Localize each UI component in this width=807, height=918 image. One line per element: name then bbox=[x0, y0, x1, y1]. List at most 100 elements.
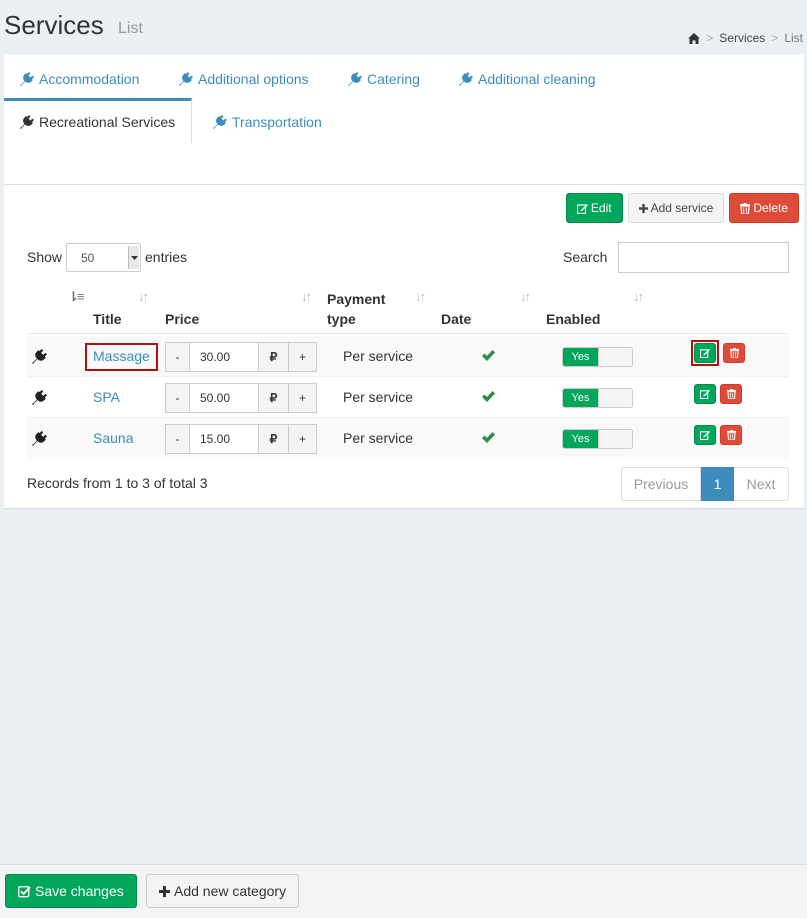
delete-row-button[interactable] bbox=[723, 343, 745, 363]
tab-accommodation[interactable]: Accommodation bbox=[4, 57, 155, 100]
edit-row-button[interactable] bbox=[694, 343, 716, 363]
tab-label: Additional cleaning bbox=[478, 70, 596, 87]
plus-icon bbox=[159, 885, 170, 897]
tab-label: Recreational Services bbox=[39, 114, 176, 130]
plug-icon bbox=[459, 71, 473, 86]
pagination: Previous 1 Next bbox=[621, 467, 789, 501]
trash-icon bbox=[740, 202, 751, 214]
payment-type: Per service bbox=[343, 389, 414, 405]
next-page-button[interactable]: Next bbox=[734, 467, 789, 501]
enabled-toggle[interactable]: Yes bbox=[562, 388, 633, 408]
toggle-on-label: Yes bbox=[563, 389, 598, 407]
page-size-select[interactable]: 50 bbox=[66, 243, 141, 272]
page-header: Services List > Services > List bbox=[0, 0, 807, 55]
save-changes-button[interactable]: Save changes bbox=[5, 874, 137, 908]
plug-icon bbox=[213, 114, 227, 129]
edit-row-button[interactable] bbox=[694, 384, 716, 404]
sort-icon[interactable]: ↓↑ bbox=[138, 289, 149, 304]
page-size-value: 50 bbox=[81, 250, 95, 265]
payment-type: Per service bbox=[343, 430, 414, 446]
delete-row-button[interactable] bbox=[720, 384, 742, 404]
plug-icon[interactable] bbox=[32, 431, 47, 449]
check-icon bbox=[482, 389, 495, 405]
add-service-label: Add service bbox=[650, 201, 714, 215]
edit-row-button[interactable] bbox=[694, 425, 716, 445]
breadcrumb-services[interactable]: Services bbox=[719, 31, 765, 45]
edit-button-highlight bbox=[691, 340, 719, 366]
price-stepper: - 30.00 ₽ + bbox=[165, 342, 317, 372]
trash-icon bbox=[726, 386, 736, 402]
decrement-button[interactable]: - bbox=[165, 342, 190, 372]
trash-icon bbox=[726, 427, 736, 443]
search-label: Search bbox=[563, 249, 608, 265]
plug-icon[interactable] bbox=[32, 349, 47, 367]
column-payment-type[interactable]: Payment bbox=[327, 289, 385, 309]
delete-row-button[interactable] bbox=[720, 425, 742, 445]
trash-icon bbox=[729, 345, 739, 361]
increment-button[interactable]: + bbox=[288, 383, 317, 413]
page-footer: Save changes Add new category bbox=[0, 864, 807, 918]
sort-icon[interactable]: ↓↑ bbox=[301, 289, 312, 304]
plug-icon[interactable] bbox=[32, 390, 47, 408]
sort-icon[interactable]: ⇂≡ bbox=[68, 289, 85, 305]
services-box: Accommodation Additional options Caterin… bbox=[4, 55, 804, 508]
toggle-on-label: Yes bbox=[563, 430, 598, 448]
decrement-button[interactable]: - bbox=[165, 424, 190, 454]
category-toolbar: Edit Add service Delete bbox=[565, 193, 799, 223]
previous-page-button[interactable]: Previous bbox=[621, 467, 701, 501]
enabled-toggle[interactable]: Yes bbox=[562, 429, 633, 449]
edit-icon bbox=[699, 427, 710, 443]
enabled-toggle[interactable]: Yes bbox=[562, 347, 633, 367]
column-title[interactable]: Title bbox=[93, 309, 122, 329]
price-stepper: - 50.00 ₽ + bbox=[165, 383, 317, 413]
check-square-icon bbox=[18, 885, 31, 898]
price-input[interactable]: 50.00 bbox=[190, 383, 258, 413]
search-input[interactable] bbox=[618, 242, 789, 273]
row-actions bbox=[691, 340, 745, 366]
tab-catering[interactable]: Catering bbox=[332, 57, 436, 100]
price-input[interactable]: 15.00 bbox=[190, 424, 258, 454]
decrement-button[interactable]: - bbox=[165, 383, 190, 413]
plug-icon bbox=[20, 115, 34, 129]
sort-icon[interactable]: ↓↑ bbox=[520, 289, 531, 304]
tab-recreational-services[interactable]: Recreational Services bbox=[4, 98, 193, 143]
header-divider bbox=[27, 333, 789, 334]
add-category-label: Add new category bbox=[174, 883, 287, 899]
add-service-button[interactable]: Add service bbox=[627, 193, 725, 223]
add-category-button[interactable]: Add new category bbox=[146, 874, 300, 908]
category-tabs: Accommodation Additional options Caterin… bbox=[4, 55, 804, 185]
edit-icon bbox=[699, 345, 710, 361]
tab-label: Catering bbox=[367, 70, 420, 87]
table-row: SPA - 50.00 ₽ + Per service Yes bbox=[27, 377, 789, 418]
row-actions bbox=[694, 384, 742, 404]
sort-icon[interactable]: ↓↑ bbox=[633, 289, 644, 304]
tab-transportation[interactable]: Transportation bbox=[197, 100, 338, 143]
column-price[interactable]: Price bbox=[165, 309, 199, 329]
breadcrumb: > Services > List bbox=[688, 31, 803, 45]
column-payment-type-line2[interactable]: type bbox=[327, 309, 356, 329]
page-1-button[interactable]: 1 bbox=[701, 467, 734, 501]
save-changes-label: Save changes bbox=[35, 883, 124, 899]
sort-icon[interactable]: ↓↑ bbox=[415, 289, 426, 304]
column-date[interactable]: Date bbox=[441, 309, 471, 329]
price-input[interactable]: 30.00 bbox=[190, 342, 258, 372]
breadcrumb-list: List bbox=[784, 31, 803, 45]
toggle-knob bbox=[598, 348, 632, 366]
edit-category-button[interactable]: Edit bbox=[565, 193, 623, 223]
home-icon[interactable] bbox=[688, 32, 701, 44]
service-title-link[interactable]: SPA bbox=[93, 389, 120, 405]
increment-button[interactable]: + bbox=[288, 342, 317, 372]
tab-label: Transportation bbox=[232, 113, 322, 130]
tab-additional-cleaning[interactable]: Additional cleaning bbox=[443, 57, 612, 100]
breadcrumb-separator: > bbox=[706, 31, 714, 45]
increment-button[interactable]: + bbox=[288, 424, 317, 454]
row-actions bbox=[694, 425, 742, 445]
payment-type: Per service bbox=[343, 348, 414, 364]
plus-icon bbox=[638, 203, 648, 213]
column-enabled[interactable]: Enabled bbox=[546, 309, 600, 329]
tab-additional-options[interactable]: Additional options bbox=[163, 57, 325, 100]
service-title-link[interactable]: Massage bbox=[85, 343, 158, 371]
service-title-link[interactable]: Sauna bbox=[93, 430, 133, 446]
records-info: Records from 1 to 3 of total 3 bbox=[27, 475, 208, 491]
delete-category-button[interactable]: Delete bbox=[729, 193, 799, 223]
